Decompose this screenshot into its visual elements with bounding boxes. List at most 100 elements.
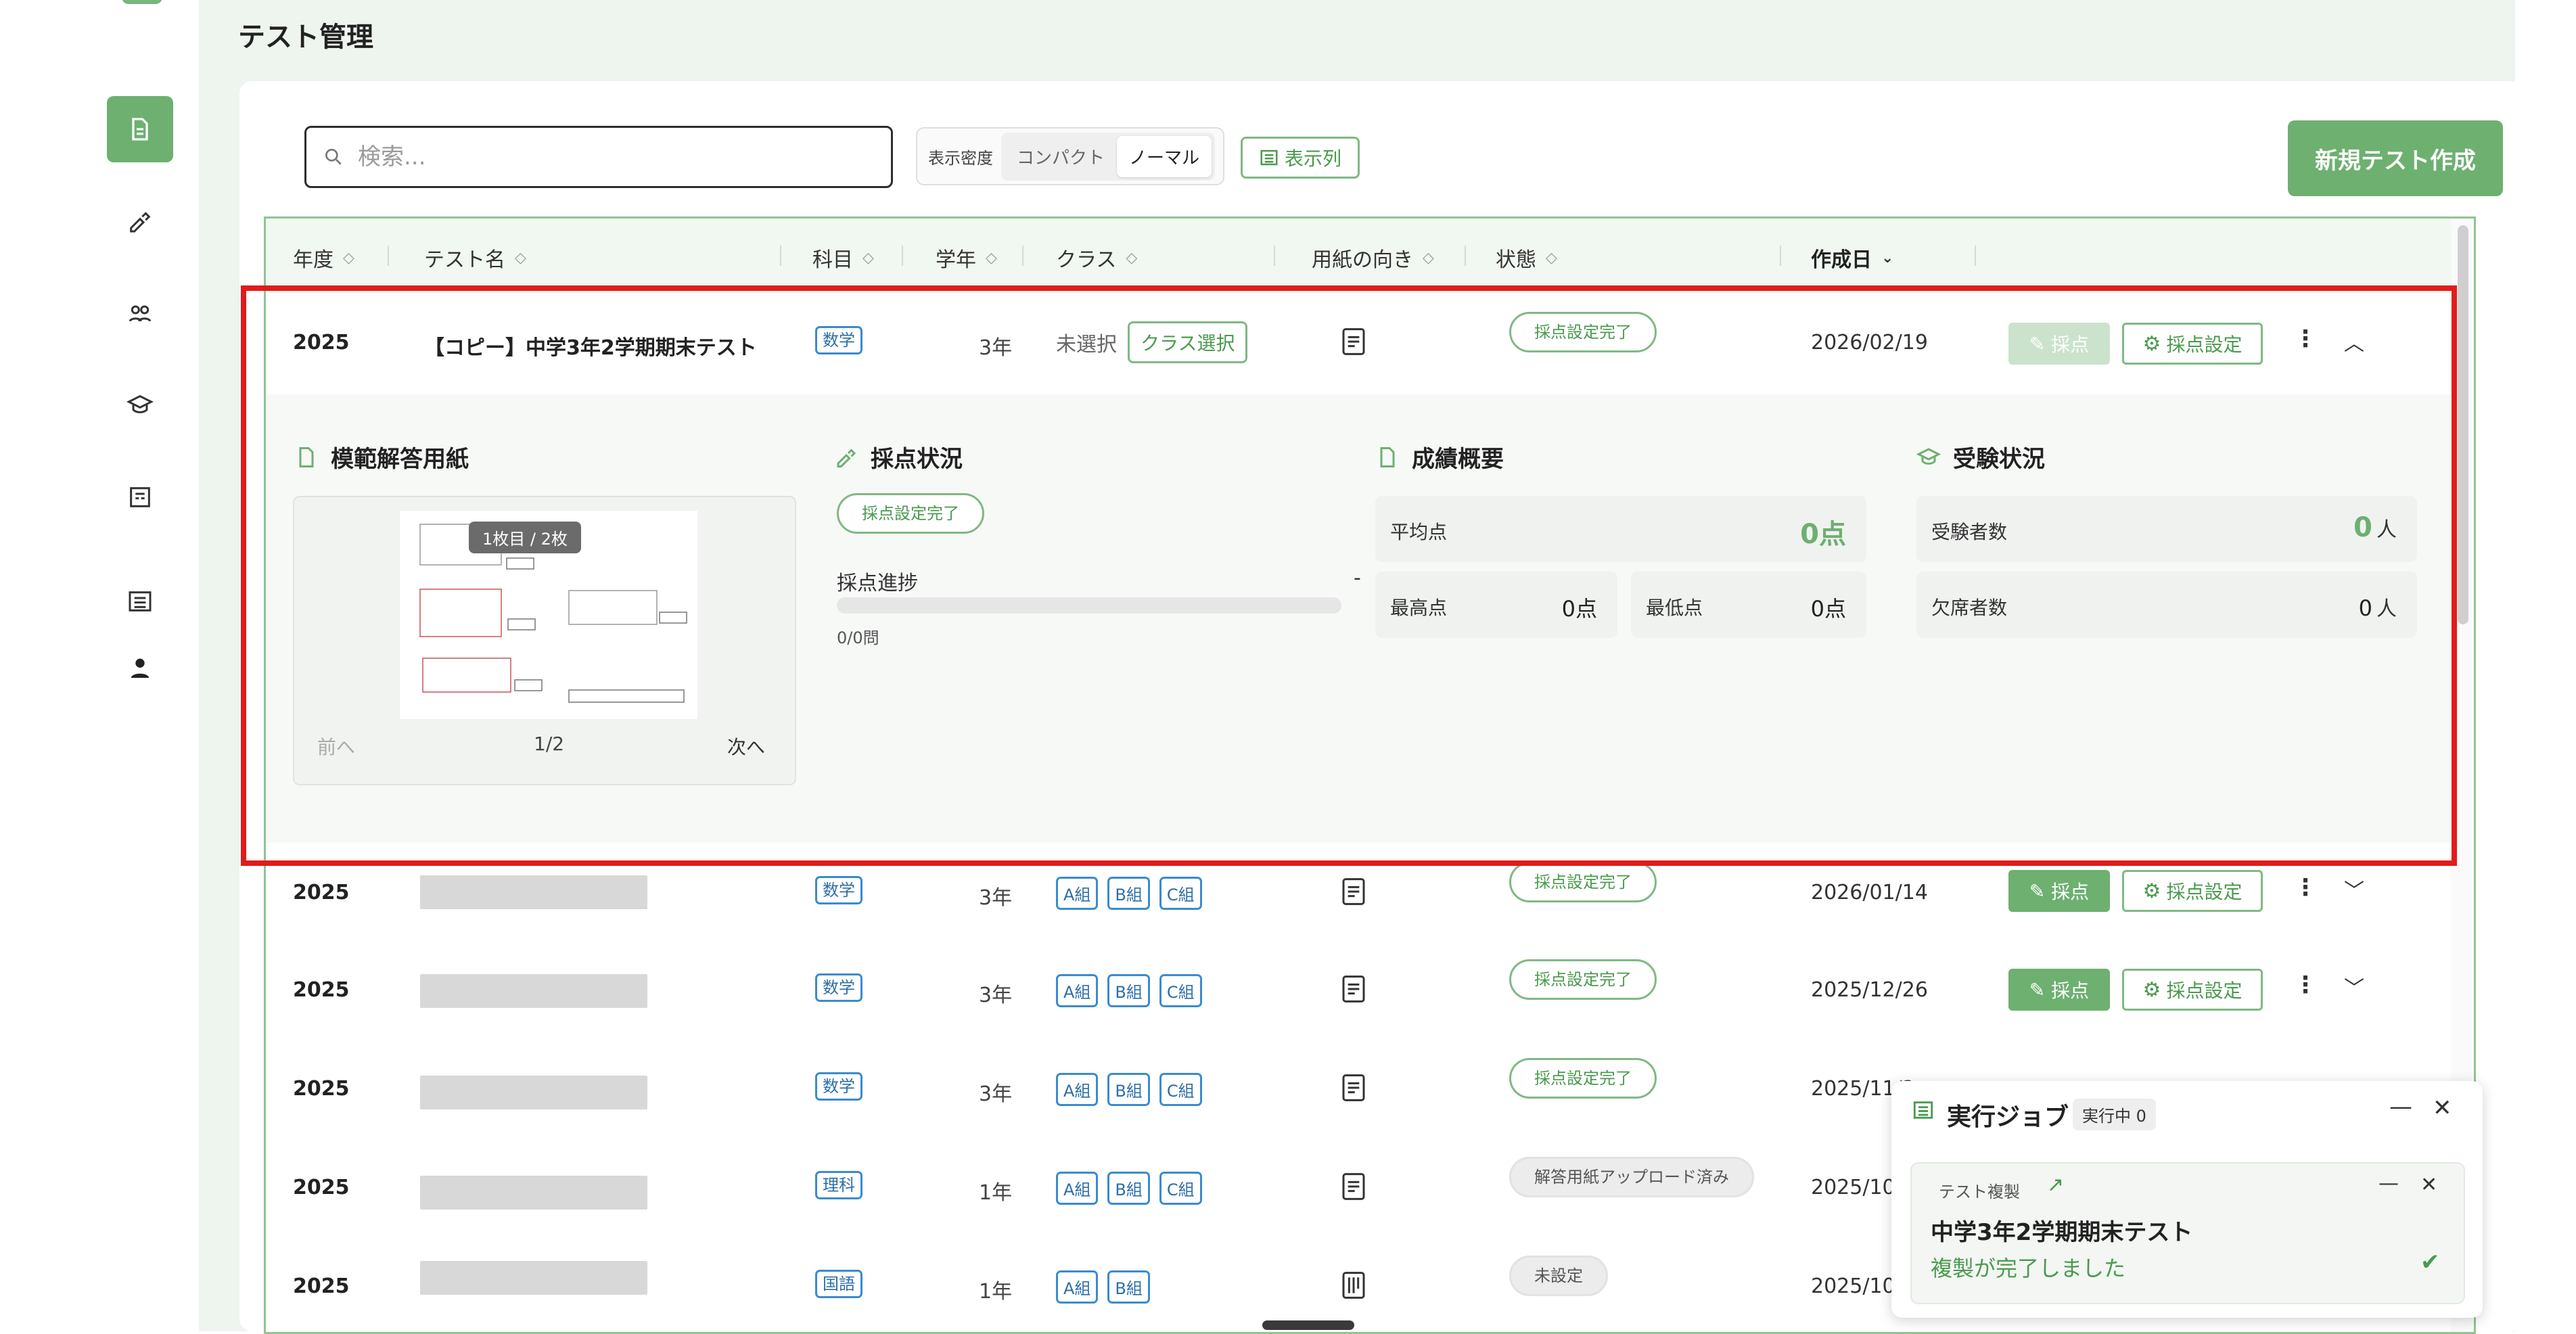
more-options-icon[interactable]: ⋮ <box>2294 971 2317 998</box>
class-tag: B組 <box>1107 1073 1150 1106</box>
grade-cell: 1年 <box>979 1181 1013 1205</box>
subject-tag: 数学 <box>815 1072 862 1101</box>
chevron-down-icon[interactable]: ﹀ <box>2344 874 2364 904</box>
sidebar-item-tests[interactable] <box>107 96 173 162</box>
orientation-portrait-icon <box>1340 1073 1367 1108</box>
row-summary[interactable]: 2025 【コピー】中学3年2学期期末テスト 数学 3年 未選択 クラス選択 採… <box>266 293 2451 394</box>
class-tag: A組 <box>1056 1073 1099 1106</box>
close-icon[interactable]: ✕ <box>2420 1173 2437 1197</box>
pen-grading-icon <box>837 448 856 467</box>
class-select-button[interactable]: クラス選択 <box>1128 321 1248 363</box>
column-header-test-name[interactable]: テスト名 ◇ <box>424 243 526 273</box>
exam-status-section-title: 受験状況 <box>1916 440 2045 474</box>
grade-button[interactable]: ✎ 採点 <box>2008 870 2110 912</box>
subject-tag: 理科 <box>815 1171 862 1199</box>
min-score-card: 最低点 0点 <box>1631 572 1866 638</box>
sidebar-top-marker <box>122 0 162 4</box>
grading-settings-label: 採点設定 <box>2166 334 2242 356</box>
grade-button[interactable]: ✎ 採点 <box>2008 969 2110 1011</box>
columns-button[interactable]: 表示列 <box>1241 137 1360 179</box>
more-options-icon[interactable]: ⋮ <box>2294 325 2317 352</box>
scrollbar-thumb[interactable] <box>2458 225 2468 624</box>
more-options-icon[interactable]: ⋮ <box>2294 874 2317 901</box>
answer-sheet-preview: 1枚目 / 2枚 前へ 1/2 次へ <box>293 496 796 785</box>
graduation-cap-icon <box>127 394 154 413</box>
min-label: 最低点 <box>1646 597 1703 619</box>
document-icon <box>132 118 148 141</box>
page-title: テスト管理 <box>238 22 373 53</box>
group-icon <box>129 305 152 322</box>
status-badge: 解答用紙アップロード済み <box>1509 1157 1754 1197</box>
density-option-normal[interactable]: ノーマル <box>1117 135 1212 177</box>
orientation-portrait-icon <box>1340 877 1367 912</box>
average-label: 平均点 <box>1390 521 1448 543</box>
density-control: 表示密度 コンパクト ノーマル <box>916 127 1224 185</box>
prev-page-button[interactable]: 前へ <box>317 733 355 760</box>
density-option-compact[interactable]: コンパクト <box>1005 136 1117 177</box>
status-badge: 採点設定完了 <box>1509 312 1657 352</box>
new-test-button[interactable]: 新規テスト作成 <box>2288 120 2503 196</box>
absent-count: 0人 <box>2359 592 2397 622</box>
status-badge: 未設定 <box>1509 1256 1608 1296</box>
sidebar-item-students[interactable] <box>107 372 173 438</box>
minimize-icon[interactable]: — <box>2378 1172 2399 1195</box>
max-label: 最高点 <box>1390 597 1448 619</box>
score-summary-section-title: 成績概要 <box>1375 440 1504 474</box>
column-header-year[interactable]: 年度 ◇ <box>293 243 354 273</box>
column-header-label: 年度 <box>293 248 334 272</box>
column-divider <box>1274 246 1275 266</box>
sidebar-item-sheets[interactable] <box>107 464 173 530</box>
column-header-created[interactable]: 作成日 ⌄ <box>1811 243 1893 273</box>
table-row[interactable]: 2025 数学 3年 A組 B組 C組 採点設定完了 2026/01/14 ✎ 採点… <box>266 843 2451 942</box>
orientation-portrait-icon <box>1340 327 1367 362</box>
absent-label: 欠席者数 <box>1931 597 2008 619</box>
job-type: テスト複製 <box>1939 1182 2020 1201</box>
sort-icon: ◇ <box>515 249 526 267</box>
progress-value: - <box>1354 566 1361 590</box>
grading-status-section-title: 採点状況 <box>834 440 963 474</box>
columns-icon <box>1260 150 1278 166</box>
grading-settings-button[interactable]: ⚙ 採点設定 <box>2122 969 2263 1011</box>
class-tag: A組 <box>1056 1270 1099 1304</box>
chevron-down-icon[interactable]: ﹀ <box>2344 971 2364 1001</box>
sidebar-item-account[interactable] <box>107 635 173 701</box>
table-row[interactable]: 2025 数学 3年 A組 B組 C組 採点設定完了 2025/12/26 ✎ 採点… <box>266 940 2451 1041</box>
search-input[interactable] <box>356 143 873 171</box>
sort-icon: ◇ <box>1546 249 1557 267</box>
exam-status-title: 受験状況 <box>1953 446 2045 473</box>
grading-settings-button[interactable]: ⚙ 採点設定 <box>2122 870 2263 912</box>
column-header-orientation[interactable]: 用紙の向き ◇ <box>1312 243 1434 273</box>
scroll-handle[interactable] <box>1262 1320 1354 1330</box>
column-header-subject[interactable]: 科目 ◇ <box>812 243 874 273</box>
sidebar-item-groups[interactable] <box>107 280 173 346</box>
open-link-icon[interactable]: ↗ <box>2047 1173 2064 1197</box>
sidebar-item-grading[interactable] <box>107 188 173 254</box>
grade-button[interactable]: ✎ 採点 <box>2008 323 2110 365</box>
max-score-card: 最高点 0点 <box>1375 572 1617 638</box>
max-value: 0点 <box>1561 596 1597 622</box>
orientation-portrait-icon <box>1340 1172 1367 1207</box>
grade-button-label: 採点 <box>2051 334 2090 356</box>
year-cell: 2025 <box>293 1274 350 1298</box>
next-page-button[interactable]: 次へ <box>727 733 765 760</box>
class-tag: C組 <box>1159 1172 1202 1205</box>
sort-icon: ◇ <box>986 249 997 267</box>
close-icon[interactable]: ✕ <box>2433 1095 2452 1122</box>
pen-grading-icon <box>130 212 151 233</box>
minimize-icon[interactable]: — <box>2389 1093 2412 1120</box>
sidebar-item-list[interactable] <box>107 568 173 635</box>
search-box[interactable] <box>304 126 893 188</box>
columns-button-label: 表示列 <box>1284 147 1341 170</box>
column-header-grade[interactable]: 学年 ◇ <box>936 243 997 273</box>
chevron-up-icon[interactable]: ︿ <box>2344 327 2364 356</box>
grading-settings-button[interactable]: ⚙ 採点設定 <box>2122 323 2263 365</box>
column-header-status[interactable]: 状態 ◇ <box>1496 243 1557 273</box>
sidebar <box>0 0 199 1331</box>
class-tag: B組 <box>1107 1172 1150 1205</box>
column-header-class[interactable]: クラス ◇ <box>1056 243 1137 273</box>
answer-sheet-title: 模範解答用紙 <box>331 446 469 473</box>
pencil-icon: ✎ <box>2029 978 2052 1001</box>
sort-icon: ◇ <box>862 249 874 267</box>
job-status: 複製が完了しました <box>1931 1256 2126 1281</box>
year-cell: 2025 <box>293 978 350 1002</box>
